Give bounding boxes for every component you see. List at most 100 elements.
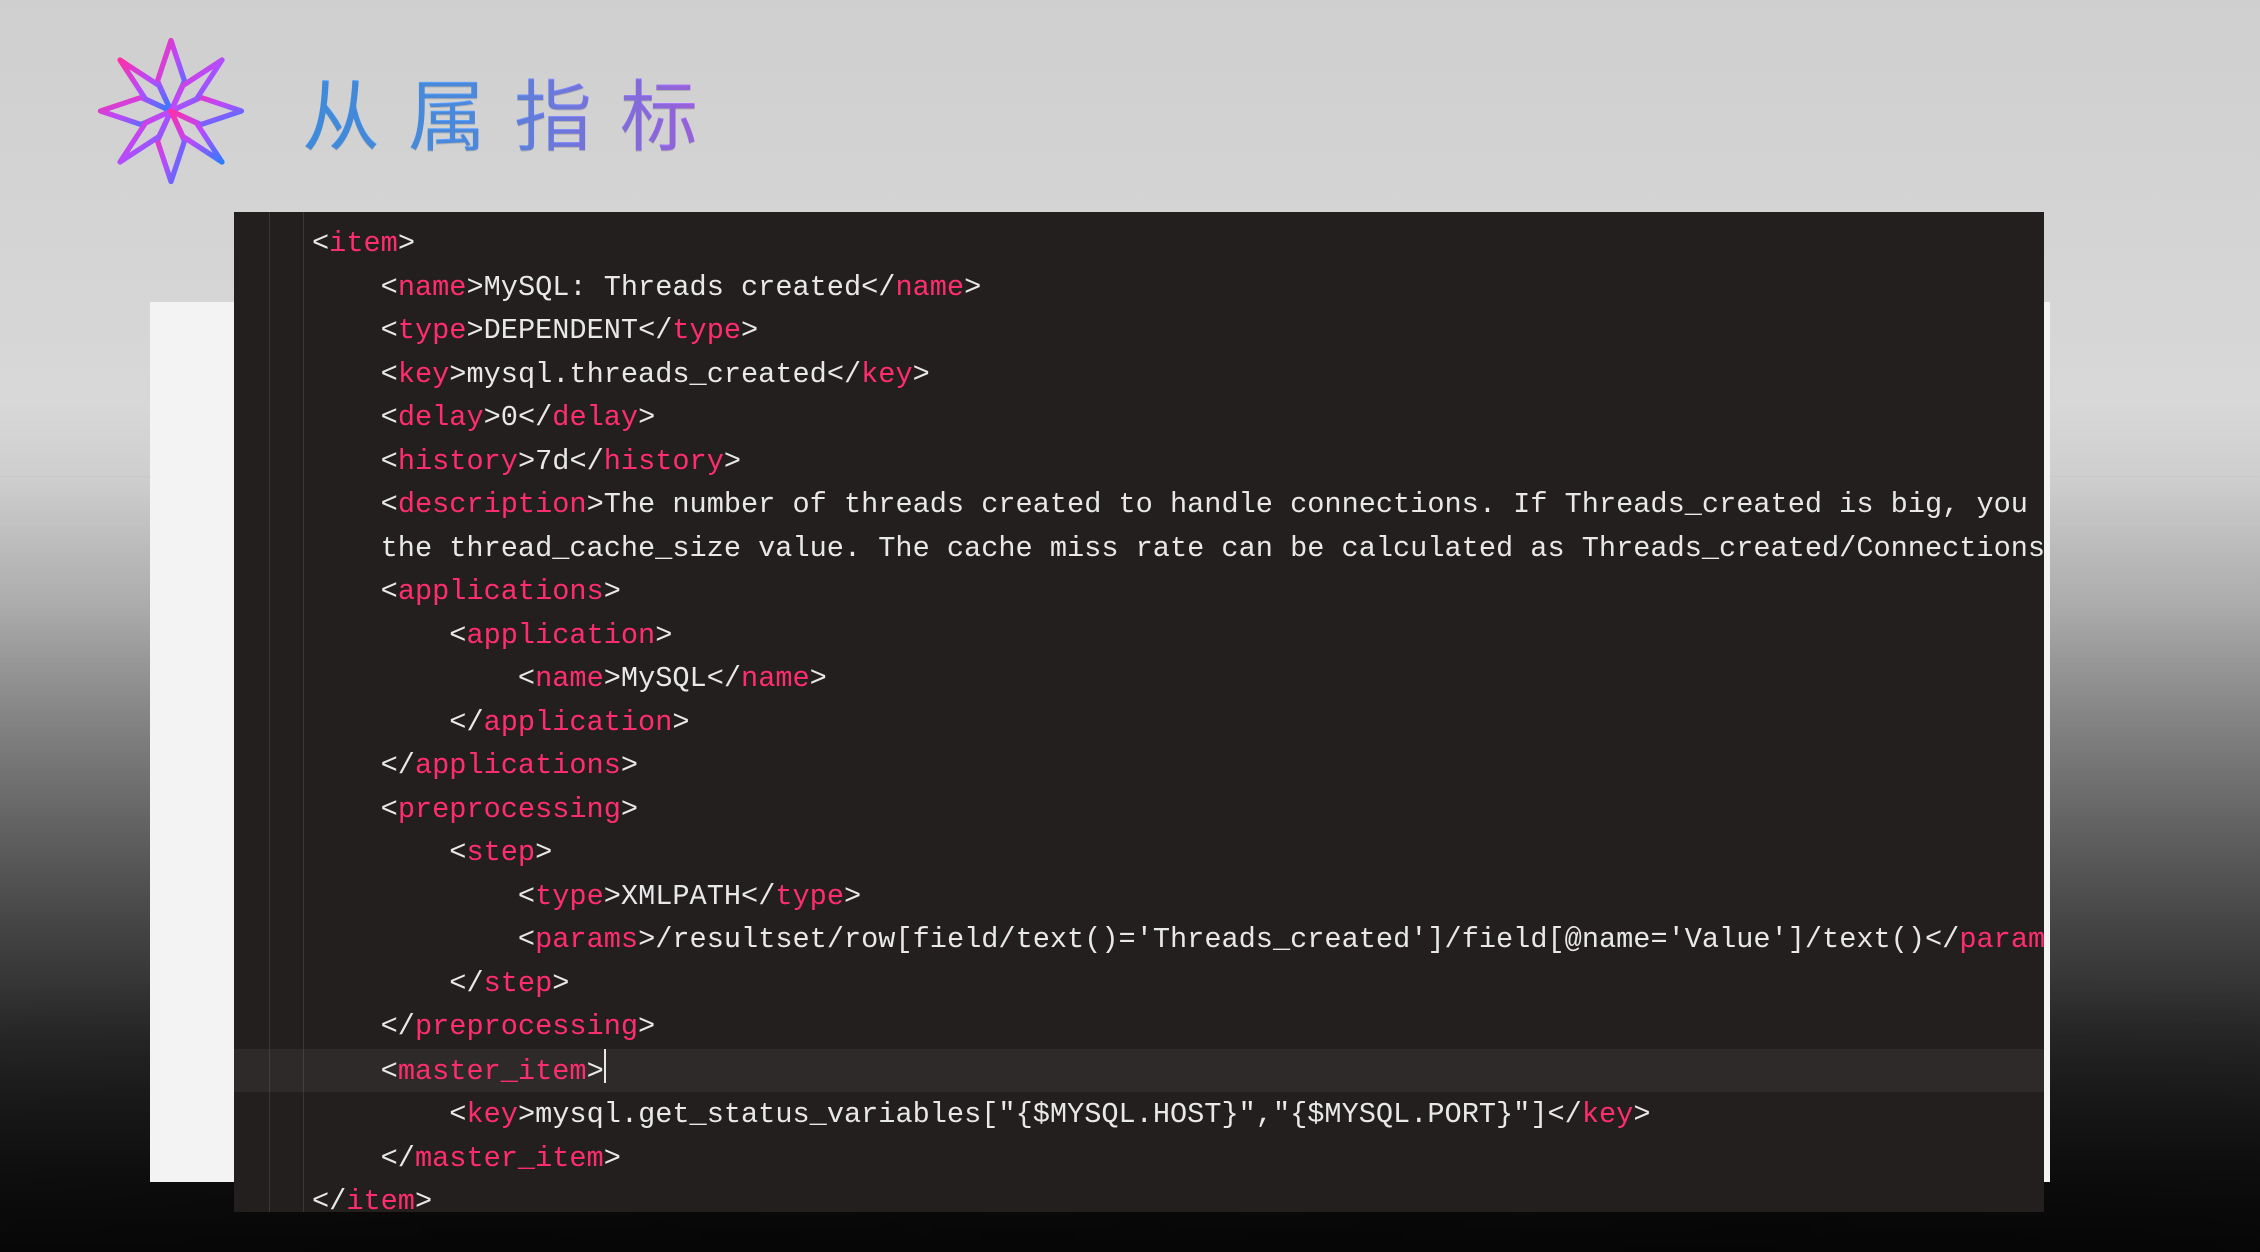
xml-tag: delay [552, 401, 638, 434]
xml-tag: applications [398, 575, 604, 608]
xml-punct: > [604, 575, 621, 608]
xml-text: MySQL: Threads created [484, 271, 862, 304]
code-line[interactable]: <history>7d</history> [312, 440, 2034, 484]
xml-text: /resultset/row[field/text()='Threads_cre… [655, 923, 1925, 956]
xml-punct: > [964, 271, 981, 304]
xml-punct: < [312, 227, 329, 260]
code-line[interactable]: <type>DEPENDENT</type> [312, 309, 2034, 353]
xml-punct: < [381, 793, 398, 826]
xml-text: DEPENDENT [484, 314, 638, 347]
xml-punct: > [621, 749, 638, 782]
xml-tag: key [1582, 1098, 1633, 1131]
code-line[interactable]: </step> [312, 962, 2034, 1006]
code-line[interactable]: <params>/resultset/row[field/text()='Thr… [312, 918, 2034, 962]
xml-punct: > [1633, 1098, 1650, 1131]
xml-punct: </ [518, 401, 552, 434]
xml-text [312, 1098, 449, 1131]
xml-punct: > [587, 488, 604, 521]
xml-text [312, 575, 381, 608]
xml-tag: name [535, 662, 604, 695]
xml-punct: > [638, 1010, 655, 1043]
code-line[interactable]: <delay>0</delay> [312, 396, 2034, 440]
xml-punct: > [638, 923, 655, 956]
code-line[interactable]: <name>MySQL: Threads created</name> [312, 266, 2034, 310]
xml-text [312, 358, 381, 391]
xml-punct: > [724, 445, 741, 478]
xml-punct: < [518, 662, 535, 695]
xml-tag: preprocessing [415, 1010, 638, 1043]
xml-text [312, 967, 449, 1000]
code-line[interactable]: <applications> [312, 570, 2034, 614]
xml-punct: > [655, 619, 672, 652]
xml-punct: > [398, 227, 415, 260]
xml-punct: < [381, 575, 398, 608]
code-line[interactable]: <type>XMLPATH</type> [312, 875, 2034, 919]
code-line[interactable]: </master_item> [312, 1137, 2034, 1181]
xml-punct: < [381, 1055, 398, 1088]
xml-punct: </ [1548, 1098, 1582, 1131]
xml-text [312, 1010, 381, 1043]
xml-tag: step [466, 836, 535, 869]
xml-tag: type [775, 880, 844, 913]
xml-text [312, 793, 381, 826]
code-line[interactable]: <item> [312, 222, 2034, 266]
xml-text: mysql.threads_created [466, 358, 826, 391]
xml-tag: key [861, 358, 912, 391]
xml-punct: </ [381, 1142, 415, 1175]
code-line[interactable]: <preprocessing> [312, 788, 2034, 832]
xml-punct: > [844, 880, 861, 913]
xml-punct: < [449, 836, 466, 869]
code-line[interactable]: </applications> [312, 744, 2034, 788]
code-line[interactable]: <description>The number of threads creat… [312, 483, 2034, 527]
xml-tag: type [398, 314, 467, 347]
xml-text [312, 401, 381, 434]
xml-tag: key [466, 1098, 517, 1131]
code-line[interactable]: <master_item> [312, 1049, 2034, 1094]
xml-punct: > [552, 967, 569, 1000]
xml-tag: params [535, 923, 638, 956]
xml-tag: item [346, 1185, 415, 1212]
text-cursor [604, 1049, 606, 1083]
code-line[interactable]: <application> [312, 614, 2034, 658]
xml-punct: > [535, 836, 552, 869]
xml-punct: </ [638, 314, 672, 347]
code-line[interactable]: </preprocessing> [312, 1005, 2034, 1049]
code-line[interactable]: </application> [312, 701, 2034, 745]
code-line[interactable]: <key>mysql.threads_created</key> [312, 353, 2034, 397]
xml-tag: description [398, 488, 587, 521]
xml-text: XMLPATH [621, 880, 741, 913]
slide-header: 从属指标 [96, 36, 726, 186]
xml-tag: name [895, 271, 964, 304]
xml-punct: < [381, 314, 398, 347]
code-line[interactable]: <step> [312, 831, 2034, 875]
xml-tag: delay [398, 401, 484, 434]
xml-punct: < [518, 923, 535, 956]
xml-punct: > [449, 358, 466, 391]
xml-tag: key [398, 358, 449, 391]
code-line[interactable]: the thread_cache_size value. The cache m… [312, 527, 2034, 571]
xml-punct: < [449, 1098, 466, 1131]
xml-punct: > [604, 880, 621, 913]
xml-punct: > [741, 314, 758, 347]
xml-punct: > [466, 271, 483, 304]
xml-punct: > [484, 401, 501, 434]
code-line[interactable]: <name>MySQL</name> [312, 657, 2034, 701]
xml-punct: < [381, 401, 398, 434]
code-editor[interactable]: <item> <name>MySQL: Threads created</nam… [234, 212, 2044, 1212]
code-line[interactable]: </item> [312, 1180, 2034, 1212]
xml-punct: < [449, 619, 466, 652]
xml-tag: type [672, 314, 741, 347]
xml-tag: application [466, 619, 655, 652]
code-content[interactable]: <item> <name>MySQL: Threads created</nam… [234, 212, 2044, 1212]
xml-tag: master_item [398, 1055, 587, 1088]
slide-title: 从属指标 [302, 55, 726, 167]
xml-text [312, 880, 518, 913]
code-line[interactable]: <key>mysql.get_status_variables["{$MYSQL… [312, 1093, 2034, 1137]
xml-punct: > [518, 1098, 535, 1131]
xml-punct: </ [381, 1010, 415, 1043]
xml-punct: > [604, 1142, 621, 1175]
xml-punct: > [810, 662, 827, 695]
xml-punct: </ [381, 749, 415, 782]
xml-punct: </ [312, 1185, 346, 1212]
xml-punct: > [415, 1185, 432, 1212]
